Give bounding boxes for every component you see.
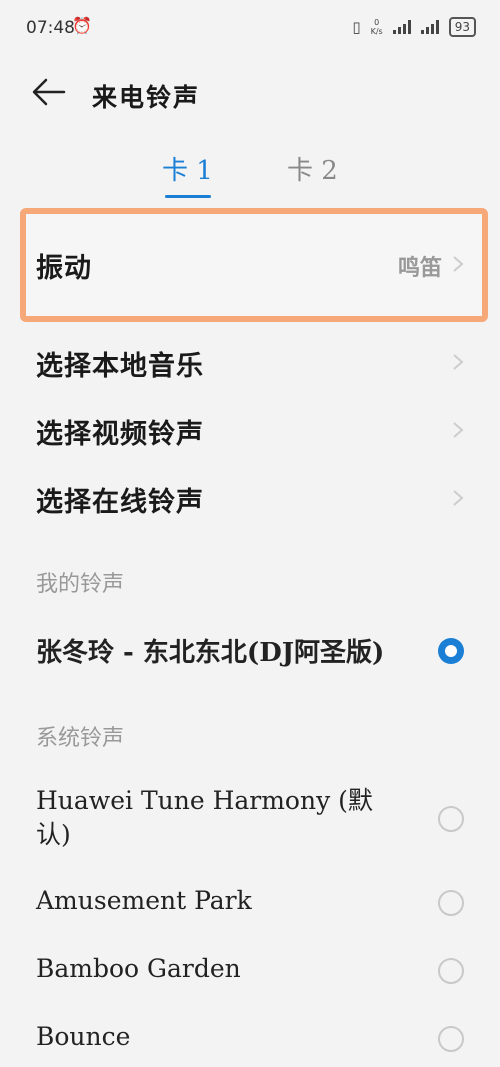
vibration-label: 振动: [36, 253, 92, 284]
chevron-right-icon: [453, 490, 464, 506]
tab-sim2[interactable]: 卡 2: [287, 150, 338, 187]
radio-button[interactable]: [438, 890, 464, 916]
back-button[interactable]: [28, 72, 72, 116]
chevron-right-icon: [453, 354, 464, 370]
page-title: 来电铃声: [92, 83, 201, 112]
tab-sim1[interactable]: 卡 1: [162, 150, 213, 187]
status-time: 07:48: [26, 18, 75, 38]
ringtone-label: Huawei Tune Harmony (默认): [36, 786, 373, 849]
chevron-right-icon: [453, 422, 464, 438]
radio-button[interactable]: [438, 1026, 464, 1052]
ringtone-label: Bounce: [36, 1022, 131, 1051]
signal-icon-2: [420, 20, 439, 34]
list-item[interactable]: Bounce: [0, 1022, 500, 1058]
status-bar: 07:48 ⏰ ▯ 0 K/s 93: [0, 0, 500, 56]
online-ringtone-label: 选择在线铃声: [36, 487, 204, 518]
vibration-value: 鸣笛: [397, 255, 442, 281]
network-speed: 0 K/s: [371, 18, 383, 36]
chevron-right-icon: [453, 256, 464, 272]
tab-indicator: [165, 195, 211, 198]
my-ringtones-header: 我的铃声: [36, 572, 125, 597]
ringtone-label: 张冬玲 - 东北东北(DJ阿圣版): [36, 638, 385, 668]
signal-icon-1: [392, 20, 411, 34]
radio-button[interactable]: [438, 958, 464, 984]
vibration-row[interactable]: 振动 鸣笛: [0, 234, 500, 294]
list-item[interactable]: 张冬玲 - 东北东北(DJ阿圣版): [0, 630, 500, 674]
local-music-row[interactable]: 选择本地音乐: [0, 332, 500, 392]
list-item[interactable]: Amusement Park: [0, 886, 500, 922]
ringtone-label: Amusement Park: [36, 886, 252, 915]
video-ringtone-label: 选择视频铃声: [36, 419, 204, 450]
sim-tabs: 卡 1 卡 2: [0, 150, 500, 202]
ringtone-label: Bamboo Garden: [36, 954, 241, 983]
list-item[interactable]: Huawei Tune Harmony (默认): [0, 784, 500, 854]
local-music-label: 选择本地音乐: [36, 351, 204, 382]
network-speed-value: 0: [374, 18, 380, 27]
app-bar: 来电铃声: [0, 72, 500, 116]
vibrate-icon: ▯: [352, 18, 361, 36]
alarm-icon: ⏰: [72, 16, 92, 35]
radio-button[interactable]: [438, 806, 464, 832]
system-ringtones-header: 系统铃声: [36, 726, 125, 751]
radio-button-selected[interactable]: [438, 638, 464, 664]
video-ringtone-row[interactable]: 选择视频铃声: [0, 400, 500, 460]
battery-indicator: 93: [448, 17, 476, 37]
list-item[interactable]: Bamboo Garden: [0, 954, 500, 990]
online-ringtone-row[interactable]: 选择在线铃声: [0, 468, 500, 528]
status-icons: ▯ 0 K/s 93: [352, 17, 476, 37]
network-speed-unit: K/s: [370, 27, 383, 36]
back-arrow-icon: [32, 78, 66, 106]
